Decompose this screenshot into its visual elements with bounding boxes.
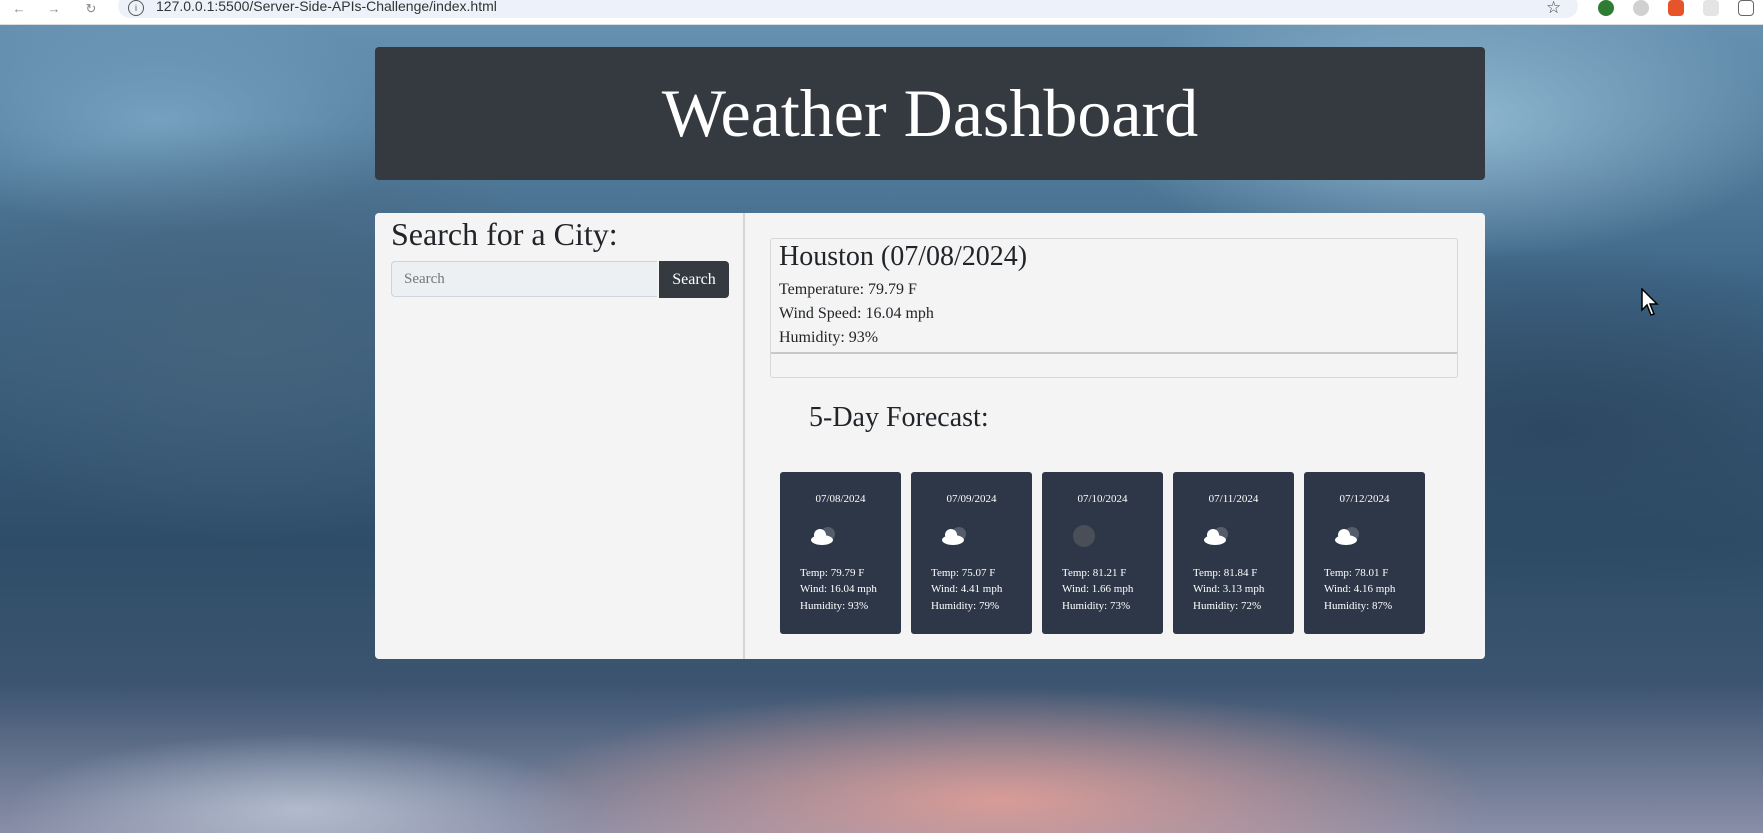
- search-panel: Search for a City: Search: [375, 213, 745, 659]
- forecast-temp: Temp: 81.21 F: [1062, 567, 1127, 579]
- forecast-card: 07/12/2024 Temp: 78.01 F Wind: 4.16 mph …: [1304, 472, 1425, 634]
- bookmark-star-icon[interactable]: ☆: [1546, 0, 1561, 18]
- extension-green-icon[interactable]: [1598, 0, 1614, 16]
- forecast-title: 5-Day Forecast:: [809, 402, 989, 433]
- current-weather-card: Houston (07/08/2024) Temperature: 79.79 …: [770, 238, 1458, 378]
- forecast-wind: Wind: 1.66 mph: [1062, 583, 1134, 595]
- current-temperature: Temperature: 79.79 F: [779, 281, 917, 298]
- forecast-wind: Wind: 4.41 mph: [931, 583, 1003, 595]
- forecast-humidity: Humidity: 93%: [800, 600, 869, 612]
- forecast-humidity: Humidity: 72%: [1193, 600, 1262, 612]
- forecast-date: 07/08/2024: [815, 493, 866, 505]
- page-header: Weather Dashboard: [375, 47, 1485, 180]
- forecast-temp: Temp: 81.84 F: [1193, 567, 1258, 579]
- forecast-humidity: Humidity: 87%: [1324, 600, 1393, 612]
- forecast-date: 07/09/2024: [946, 493, 997, 505]
- back-arrow-icon[interactable]: ←: [10, 0, 28, 18]
- page-title: Weather Dashboard: [661, 75, 1199, 151]
- extension-gray-icon[interactable]: [1703, 0, 1719, 16]
- mouse-cursor-icon: [1641, 288, 1659, 316]
- address-bar[interactable]: i 127.0.0.1:5500/Server-Side-APIs-Challe…: [118, 0, 1578, 18]
- weather-panel: Houston (07/08/2024) Temperature: 79.79 …: [745, 213, 1485, 659]
- extensions-puzzle-icon[interactable]: [1738, 0, 1754, 16]
- browser-toolbar: ← → ↻ i 127.0.0.1:5500/Server-Side-APIs-…: [0, 0, 1763, 25]
- forecast-wind: Wind: 4.16 mph: [1324, 583, 1396, 595]
- dark-circle-icon: [1073, 525, 1095, 547]
- forecast-humidity: Humidity: 79%: [931, 600, 1000, 612]
- forecast-card: 07/08/2024 Temp: 79.79 F Wind: 16.04 mph…: [780, 472, 901, 634]
- current-city-heading: Houston (07/08/2024): [779, 241, 1028, 272]
- cloud-icon: [1204, 527, 1228, 545]
- forecast-wind: Wind: 16.04 mph: [800, 583, 877, 595]
- reload-icon[interactable]: ↻: [82, 0, 100, 18]
- current-wind-speed: Wind Speed: 16.04 mph: [779, 305, 934, 322]
- current-card-divider: [771, 352, 1457, 354]
- extension-orange-icon[interactable]: [1668, 0, 1684, 16]
- forecast-card: 07/11/2024 Temp: 81.84 F Wind: 3.13 mph …: [1173, 472, 1294, 634]
- forecast-card: 07/10/2024 Temp: 81.21 F Wind: 1.66 mph …: [1042, 472, 1163, 634]
- extension-mouse-icon[interactable]: [1633, 0, 1649, 16]
- forecast-temp: Temp: 75.07 F: [931, 567, 996, 579]
- search-input[interactable]: [391, 261, 657, 297]
- site-info-icon[interactable]: i: [128, 0, 144, 16]
- forecast-temp: Temp: 78.01 F: [1324, 567, 1389, 579]
- forecast-date: 07/12/2024: [1339, 493, 1390, 505]
- forward-arrow-icon[interactable]: →: [45, 0, 63, 18]
- cloud-icon: [811, 527, 835, 545]
- current-humidity: Humidity: 93%: [779, 329, 879, 346]
- forecast-card: 07/09/2024 Temp: 75.07 F Wind: 4.41 mph …: [911, 472, 1032, 634]
- forecast-humidity: Humidity: 73%: [1062, 600, 1131, 612]
- forecast-date: 07/11/2024: [1208, 493, 1259, 505]
- cloud-icon: [942, 527, 966, 545]
- search-title: Search for a City:: [391, 216, 618, 252]
- forecast-temp: Temp: 79.79 F: [800, 567, 865, 579]
- forecast-wind: Wind: 3.13 mph: [1193, 583, 1265, 595]
- search-button[interactable]: Search: [659, 261, 729, 298]
- forecast-date: 07/10/2024: [1077, 493, 1128, 505]
- cloud-icon: [1335, 527, 1359, 545]
- address-bar-url: 127.0.0.1:5500/Server-Side-APIs-Challeng…: [156, 0, 497, 14]
